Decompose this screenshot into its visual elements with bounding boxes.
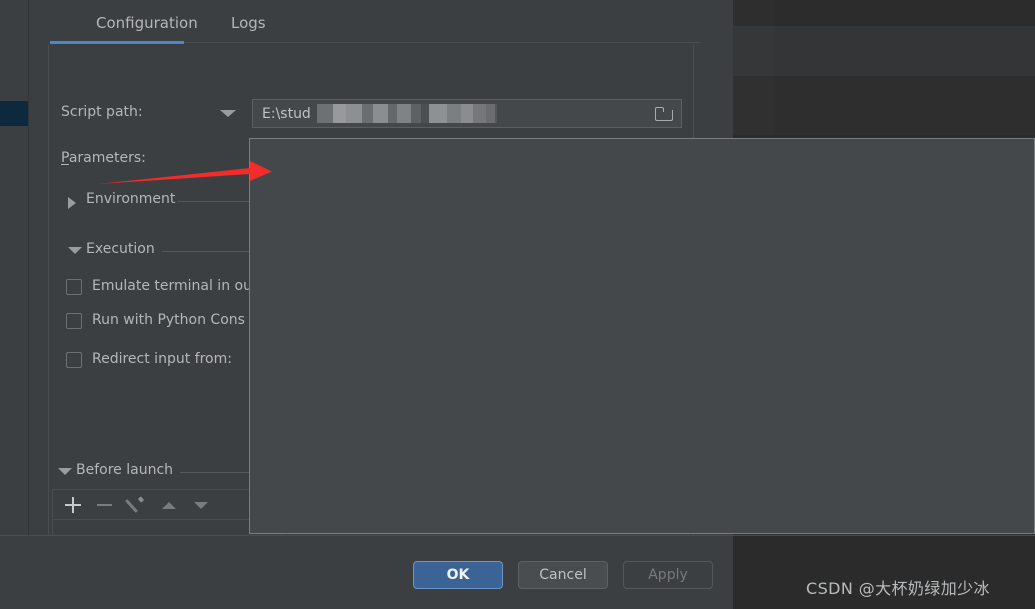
section-before-launch-title-rest: efore launch [85, 462, 174, 478]
tab-bar: Configuration Logs [30, 0, 733, 42]
parameters-label: Parameters: [61, 150, 146, 166]
tab-logs[interactable]: Logs [231, 14, 266, 32]
parameters-label-rest: arameters: [68, 150, 146, 166]
dialog-button-bar: OK Cancel Apply [0, 535, 733, 609]
ok-button[interactable]: OK [413, 561, 503, 589]
rail-divider [28, 0, 29, 535]
apply-button: Apply [623, 561, 713, 589]
pencil-icon[interactable] [127, 495, 147, 515]
parameters-overlay-panel[interactable] [249, 138, 1035, 534]
script-path-input[interactable]: E:\stud [252, 99, 682, 128]
ide-backdrop-band [733, 26, 1035, 76]
section-execution-title: Execution [86, 241, 155, 257]
ide-backdrop-band [733, 0, 1035, 26]
configuration-tree-rail[interactable] [0, 0, 29, 535]
plus-icon[interactable] [63, 495, 83, 515]
checkbox-redirect-input[interactable] [66, 352, 82, 368]
chevron-down-icon[interactable] [220, 110, 236, 117]
arrow-down-icon[interactable] [191, 495, 211, 515]
tab-configuration[interactable]: Configuration [96, 14, 198, 32]
watermark-text: CSDN @大杯奶绿加少冰 [806, 579, 990, 598]
checkbox-label-emulate-terminal: Emulate terminal in ou [92, 278, 252, 294]
section-environment-title: Environment [86, 191, 176, 207]
checkbox-label-run-with-python-console: Run with Python Cons [92, 312, 245, 328]
chevron-right-icon[interactable] [68, 197, 76, 209]
tree-selected-item[interactable] [0, 101, 28, 126]
arrow-up-icon[interactable] [159, 495, 179, 515]
before-launch-toolbar [52, 489, 282, 519]
cancel-button[interactable]: Cancel [518, 561, 608, 589]
chevron-down-icon[interactable] [58, 468, 72, 475]
script-path-label: Script path: [61, 104, 143, 120]
chevron-down-icon[interactable] [68, 247, 82, 254]
tab-baseline-divider [184, 42, 700, 43]
section-before-launch-title: Before launch [76, 462, 174, 478]
minus-icon[interactable] [95, 495, 115, 515]
checkbox-emulate-terminal[interactable] [66, 279, 82, 295]
ide-bottom-divider [733, 535, 1035, 536]
screenshot-root: CSDN @大杯奶绿加少冰 Configuration Logs Script … [0, 0, 1035, 609]
ide-editor-gutter [733, 0, 775, 135]
ide-backdrop-band [733, 76, 1035, 135]
folder-icon[interactable] [655, 107, 673, 121]
script-path-value: E:\stud [262, 106, 311, 122]
checkbox-label-redirect-input: Redirect input from: [92, 351, 232, 367]
checkbox-run-with-python-console[interactable] [66, 313, 82, 329]
active-tab-indicator [50, 41, 184, 44]
redacted-path-mosaic [317, 104, 497, 123]
